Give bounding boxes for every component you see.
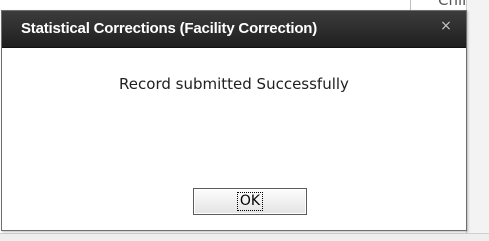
dialog-title: Statistical Corrections (Facility Correc… <box>21 20 318 37</box>
message-dialog: Statistical Corrections (Facility Correc… <box>1 10 467 231</box>
background-right-panel <box>466 0 489 240</box>
dialog-titlebar[interactable]: Statistical Corrections (Facility Correc… <box>2 11 466 48</box>
ok-button-label: OK <box>236 192 264 211</box>
close-icon[interactable]: × <box>438 18 454 34</box>
ok-button[interactable]: OK <box>193 188 307 215</box>
dialog-message: Record submitted Successfully <box>119 75 349 93</box>
